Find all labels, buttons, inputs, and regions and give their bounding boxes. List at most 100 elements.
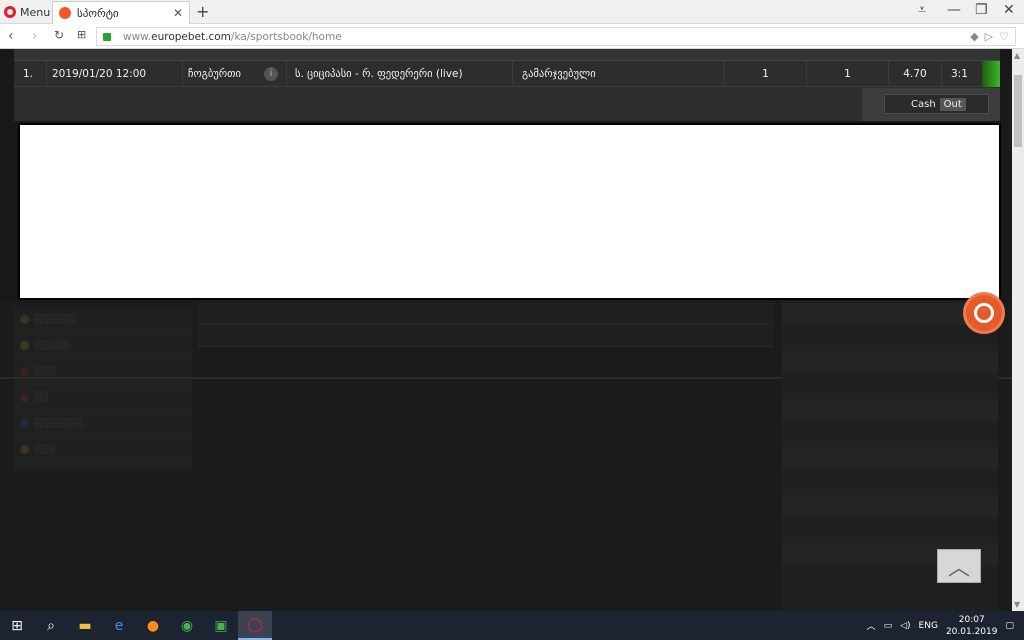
sport-icon: [20, 419, 29, 428]
support-chat-button[interactable]: [963, 292, 1005, 334]
language-indicator[interactable]: ENG: [919, 621, 938, 631]
extension-icon[interactable]: ◆: [970, 30, 978, 43]
odds-block: [782, 447, 998, 469]
sidebar-item: ░░: [14, 385, 192, 411]
windows-taskbar: ⊞ ⌕ ▬ e ● ◉ ▣ ◯ ︿ ▭ ◁) ENG 20:07 20.01.2…: [0, 611, 1024, 640]
url-host: europebet.com: [151, 30, 231, 43]
minimize-icon[interactable]: —: [947, 2, 961, 18]
clock-date: 20.01.2019: [945, 626, 998, 637]
sidebar-item: ░░░░░: [14, 333, 192, 359]
heart-icon[interactable]: ♡: [999, 30, 1009, 43]
browser-tab[interactable]: სპორტი ✕: [52, 1, 190, 24]
bet-market: გამარჯვებული: [513, 61, 725, 87]
bet-date: 2019/01/20 12:00: [47, 61, 183, 87]
sport-icon: [20, 445, 29, 454]
chrome-icon[interactable]: ◉: [170, 611, 204, 640]
system-tray: ︿ ▭ ◁) ENG 20:07 20.01.2019 ▢: [867, 611, 1024, 640]
edge-icon[interactable]: e: [102, 611, 136, 640]
tab-close-icon[interactable]: ✕: [173, 6, 183, 20]
odds-block: [782, 351, 998, 373]
bet-number: 1.: [14, 61, 47, 87]
windows-start-icon[interactable]: ⊞: [0, 611, 34, 640]
odds-block: [782, 399, 998, 421]
tray-chevron-icon[interactable]: ︿: [867, 619, 876, 632]
bet-score: 3:1: [942, 61, 1000, 87]
odds-label: [782, 423, 998, 445]
bet-value-2: 1: [807, 61, 889, 87]
firefox-icon[interactable]: ●: [136, 611, 170, 640]
back-icon[interactable]: ‹: [8, 28, 14, 44]
scroll-to-top-button[interactable]: ︿: [937, 549, 981, 583]
browser-titlebar: Menu სპორტი ✕ + ⩡ — ❐ ✕: [0, 0, 1024, 24]
odds-label: [782, 327, 998, 349]
bet-sport: ჩოგბურთი i: [183, 61, 287, 87]
menu-label: Menu: [20, 5, 51, 19]
excel-icon[interactable]: ▣: [204, 611, 238, 640]
url-path: /ka/sportsbook/home: [230, 30, 342, 43]
bet-value-1: 1: [725, 61, 807, 87]
address-toolbar: ‹ › ↻ ⊞ www. europebet.com/ka/sportsbook/…: [0, 24, 1024, 49]
status-indicator: [982, 61, 1000, 87]
new-tab-icon[interactable]: +: [196, 2, 209, 21]
sidebar-item: ░░░░░░: [14, 307, 192, 333]
lifebuoy-icon: [974, 303, 994, 323]
clock[interactable]: 20:07 20.01.2019: [946, 614, 998, 638]
search-icon[interactable]: ⌕: [34, 611, 68, 640]
forward-icon[interactable]: ›: [32, 28, 38, 44]
odds-label: [782, 375, 998, 397]
bet-sport-label: ჩოგბურთი: [188, 68, 241, 80]
sidebar-item: ░░░░░░░: [14, 411, 192, 437]
file-explorer-icon[interactable]: ▬: [68, 611, 102, 640]
events-table: [198, 301, 774, 347]
sports-sidebar: ░░░░░░ ░░░░░ ░░░ ░░ ░░░░░░░ ░░░: [14, 307, 192, 471]
sport-icon: [20, 393, 29, 402]
tab-title: სპორტი: [77, 6, 119, 20]
close-window-icon[interactable]: ✕: [1003, 2, 1015, 18]
cashout-area: Cash Out: [862, 88, 1000, 121]
bet-history-panel: 1. 2019/01/20 12:00 ჩოგბურთი i ს. ციციპა…: [14, 49, 1000, 121]
url-actions: ◆ ▷ ♡: [970, 30, 1009, 43]
bet-score-label: 3:1: [951, 68, 968, 80]
info-icon[interactable]: i: [264, 67, 278, 81]
notifications-icon[interactable]: ▢: [1005, 621, 1014, 631]
sidebar-item: ░░░: [14, 359, 192, 385]
list-item: [198, 301, 774, 324]
secure-lock-icon: [103, 32, 111, 41]
bet-odds: 4.70: [889, 61, 942, 87]
opera-logo-icon: [4, 6, 16, 18]
odds-block: [782, 495, 998, 517]
scroll-up-icon[interactable]: ▲: [1014, 51, 1020, 60]
blank-modal-content: [18, 123, 1001, 300]
table-row[interactable]: 1. 2019/01/20 12:00 ჩოგბურთი i ს. ციციპა…: [14, 61, 1000, 87]
opera-taskbar-icon[interactable]: ◯: [238, 611, 272, 640]
cash-label: Cash: [911, 98, 936, 110]
favicon-icon: [59, 7, 71, 19]
reload-icon[interactable]: ↻: [54, 28, 64, 42]
page-content: 1. 2019/01/20 12:00 ჩოგბურთი i ს. ციციპა…: [0, 49, 1012, 611]
dimmed-background: ░░░░░░ ░░░░░ ░░░ ░░ ░░░░░░░ ░░░: [0, 301, 1012, 611]
bet-match: ს. ციციპასი - რ. ფედერერი (live): [287, 61, 513, 87]
page-scrollbar[interactable]: ▲ ▼: [1012, 49, 1024, 611]
scroll-down-icon[interactable]: ▼: [1014, 600, 1020, 609]
cash-out-button[interactable]: Cash Out: [884, 94, 989, 114]
sidebar-item: ░░░: [14, 437, 192, 463]
url-prefix: www.: [123, 30, 152, 43]
scroll-thumb[interactable]: [1014, 75, 1022, 147]
clock-time: 20:07: [958, 614, 985, 625]
send-icon[interactable]: ▷: [985, 30, 993, 43]
odds-label: [782, 519, 998, 541]
tab-menu-icon[interactable]: ⩡: [918, 2, 926, 18]
sport-icon: [20, 367, 29, 376]
volume-icon[interactable]: ◁): [900, 621, 910, 631]
url-field[interactable]: www. europebet.com/ka/sportsbook/home ◆ ▷…: [96, 27, 1016, 46]
sport-icon: [20, 315, 29, 324]
network-icon[interactable]: ▭: [884, 621, 893, 631]
out-label: Out: [939, 97, 966, 111]
sport-icon: [20, 341, 29, 350]
bet-table-header: [14, 49, 1000, 61]
restore-icon[interactable]: ❐: [975, 2, 988, 18]
opera-menu-button[interactable]: Menu: [4, 3, 50, 21]
speed-dial-icon[interactable]: ⊞: [77, 28, 86, 41]
list-item: [198, 324, 774, 347]
odds-label: [782, 471, 998, 493]
